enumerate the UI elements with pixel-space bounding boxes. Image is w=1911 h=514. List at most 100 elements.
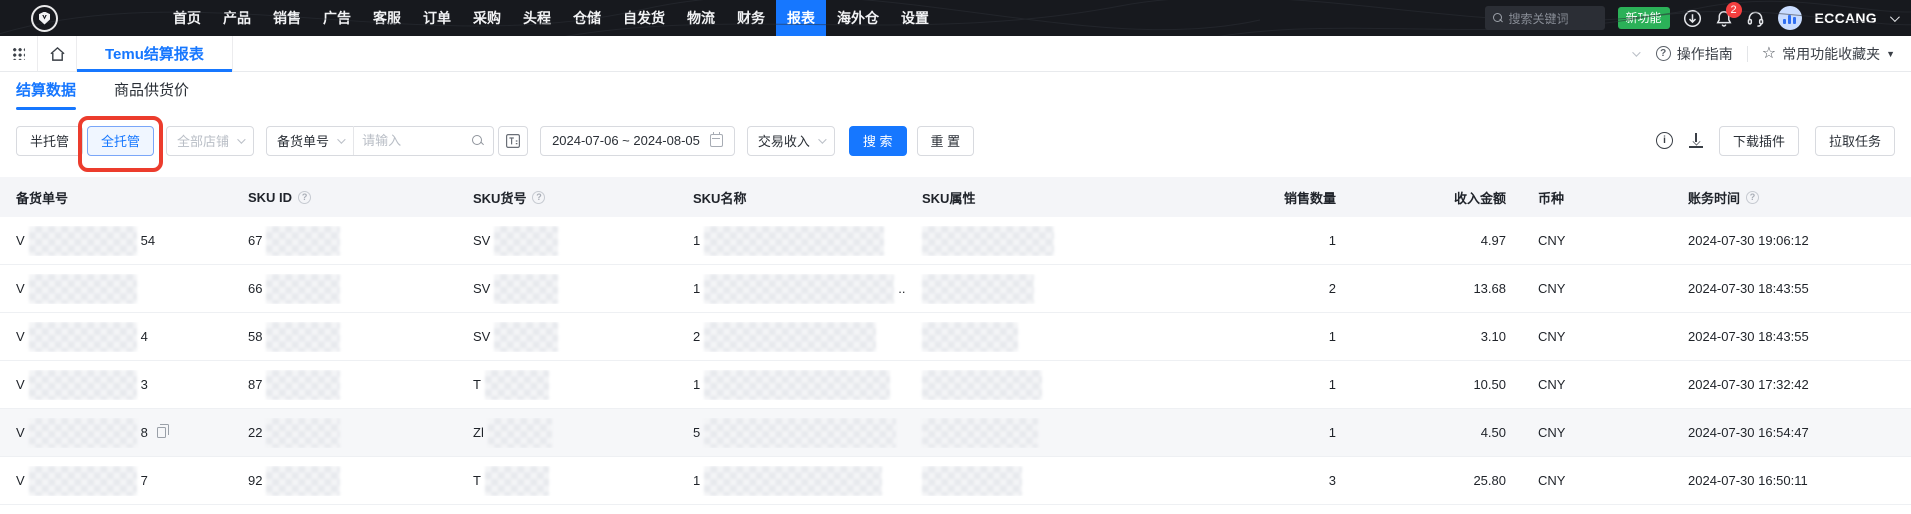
- nav-item-home[interactable]: 首页: [162, 0, 212, 36]
- divider: [1747, 46, 1748, 62]
- cell-sku-id: 87: [232, 370, 457, 400]
- user-avatar[interactable]: [1778, 6, 1802, 30]
- nav-item-first-leg[interactable]: 头程: [512, 0, 562, 36]
- redacted-data-block: [266, 274, 340, 304]
- favorites-caret-icon: ▼: [1886, 49, 1895, 59]
- date-range-picker[interactable]: 2024-07-06 ~ 2024-08-05: [540, 126, 735, 156]
- cell-accounting-time: 2024-07-30 18:43:55: [1672, 329, 1911, 344]
- cell-sku-id: 92: [232, 466, 457, 496]
- download-plugin-button[interactable]: 下载插件: [1719, 126, 1799, 156]
- home-icon: [49, 46, 66, 62]
- tab-temu-settlement-report[interactable]: Temu结算报表: [76, 36, 233, 71]
- cell-sales-quantity: 1: [1146, 233, 1352, 248]
- cell-currency: CNY: [1522, 377, 1672, 392]
- cell-sku-attributes: [906, 274, 1146, 304]
- new-feature-badge[interactable]: 新功能: [1618, 7, 1670, 29]
- column-header-2: SKU货号?: [457, 188, 677, 207]
- chevron-down-icon: [818, 135, 826, 143]
- table-header-row: 备货单号SKU ID?SKU货号?SKU名称SKU属性销售数量收入金额币种账务时…: [0, 177, 1911, 217]
- redacted-data-block: [266, 418, 340, 448]
- pull-task-button[interactable]: 拉取任务: [1815, 126, 1895, 156]
- nav-item-reports[interactable]: 报表: [776, 0, 826, 36]
- table-row: V458SV213.10CNY2024-07-30 18:43:55: [0, 313, 1911, 361]
- reset-button[interactable]: 重 置: [917, 126, 975, 156]
- redacted-data-block: [494, 274, 558, 304]
- fully-managed-button[interactable]: 全托管: [87, 126, 154, 156]
- tabs-dropdown-chevron-icon[interactable]: [1632, 48, 1640, 56]
- search-icon: [1493, 13, 1503, 23]
- redacted-data-block: [494, 226, 558, 256]
- search-icon[interactable]: [472, 135, 484, 147]
- order-field-select[interactable]: 备货单号: [267, 131, 353, 150]
- subtab-product-supply-price[interactable]: 商品供货价: [114, 72, 189, 112]
- order-number-input[interactable]: [354, 133, 472, 148]
- table-row: V387T1110.50CNY2024-07-30 17:32:42: [0, 361, 1911, 409]
- nav-item-orders[interactable]: 订单: [412, 0, 462, 36]
- nav-item-warehouse[interactable]: 仓储: [562, 0, 612, 36]
- order-search-combo: 备货单号: [266, 126, 494, 156]
- home-button[interactable]: [38, 36, 76, 71]
- global-search-input[interactable]: 搜索关键词: [1485, 6, 1605, 30]
- income-type-value: 交易收入: [758, 131, 810, 150]
- cell-accounting-time: 2024-07-30 18:43:55: [1672, 281, 1911, 296]
- cell-sku-name: 1: [677, 226, 906, 256]
- brand-logo-icon[interactable]: [31, 5, 58, 32]
- help-question-icon[interactable]: ?: [298, 191, 311, 204]
- operation-guide-link[interactable]: ? 操作指南: [1656, 44, 1733, 64]
- cell-income-amount: 4.50: [1352, 425, 1522, 440]
- cell-sku-name: 5: [677, 418, 906, 448]
- order-field-value: 备货单号: [277, 131, 329, 150]
- semi-managed-button[interactable]: 半托管: [16, 126, 83, 156]
- redacted-data-block: [485, 370, 549, 400]
- cell-sku-code: Zl: [457, 418, 677, 448]
- cell-accounting-time: 2024-07-30 16:54:47: [1672, 425, 1911, 440]
- nav-item-self-delivery[interactable]: 自发货: [612, 0, 676, 36]
- cell-sku-attributes: [906, 322, 1146, 352]
- income-type-select[interactable]: 交易收入: [747, 126, 835, 156]
- nav-item-purchasing[interactable]: 采购: [462, 0, 512, 36]
- nav-item-finance[interactable]: 财务: [726, 0, 776, 36]
- support-headset-icon[interactable]: [1746, 9, 1765, 28]
- redacted-data-block: [704, 466, 882, 496]
- redacted-data-block: [704, 226, 884, 256]
- download-center-icon[interactable]: [1683, 9, 1702, 28]
- cell-sku-attributes: [906, 226, 1146, 256]
- star-icon: ☆: [1762, 46, 1776, 62]
- report-subtabs: 结算数据 商品供货价: [0, 72, 1911, 112]
- nav-item-sales[interactable]: 销售: [262, 0, 312, 36]
- favorites-menu[interactable]: ☆ 常用功能收藏夹 ▼: [1762, 44, 1895, 64]
- redacted-data-block: [29, 322, 137, 352]
- batch-input-button[interactable]: [498, 126, 528, 156]
- search-button[interactable]: 搜 索: [849, 126, 907, 156]
- shop-select[interactable]: 全部店铺: [166, 126, 254, 156]
- cell-sku-id: 67: [232, 226, 457, 256]
- cell-accounting-time: 2024-07-30 19:06:12: [1672, 233, 1911, 248]
- notifications-button[interactable]: 2: [1715, 9, 1733, 28]
- account-chevron-down-icon[interactable]: [1890, 12, 1900, 22]
- cell-stock-order-no: V7: [0, 466, 232, 496]
- nav-item-logistics[interactable]: 物流: [676, 0, 726, 36]
- subtab-settlement-data[interactable]: 结算数据: [16, 72, 76, 112]
- cell-sku-id: 66: [232, 274, 457, 304]
- copy-icon[interactable]: [157, 427, 166, 438]
- nav-item-ads[interactable]: 广告: [312, 0, 362, 36]
- operation-guide-label: 操作指南: [1677, 44, 1733, 64]
- nav-item-overseas-warehouse[interactable]: 海外仓: [826, 0, 890, 36]
- cell-sku-code: SV: [457, 274, 677, 304]
- top-navigation-bar: 首页产品销售广告客服订单采购头程仓储自发货物流财务报表海外仓设置 搜索关键词 新…: [0, 0, 1911, 36]
- table-body: V5467SV114.97CNY2024-07-30 19:06:12V66SV…: [0, 217, 1911, 505]
- date-range-value: 2024-07-06 ~ 2024-08-05: [552, 133, 700, 148]
- notification-count-badge: 2: [1726, 2, 1742, 18]
- nav-item-customer-service[interactable]: 客服: [362, 0, 412, 36]
- redacted-data-block: [29, 466, 137, 496]
- help-question-icon[interactable]: ?: [1746, 191, 1759, 204]
- nav-item-settings[interactable]: 设置: [890, 0, 940, 36]
- download-icon[interactable]: [1689, 133, 1703, 148]
- app-root: 首页产品销售广告客服订单采购头程仓储自发货物流财务报表海外仓设置 搜索关键词 新…: [0, 0, 1911, 514]
- account-name[interactable]: ECCANG: [1815, 10, 1877, 26]
- apps-grid-button[interactable]: [0, 36, 38, 71]
- info-circle-icon[interactable]: i: [1656, 132, 1673, 149]
- cell-sales-quantity: 3: [1146, 473, 1352, 488]
- help-question-icon[interactable]: ?: [532, 191, 545, 204]
- nav-item-products[interactable]: 产品: [212, 0, 262, 36]
